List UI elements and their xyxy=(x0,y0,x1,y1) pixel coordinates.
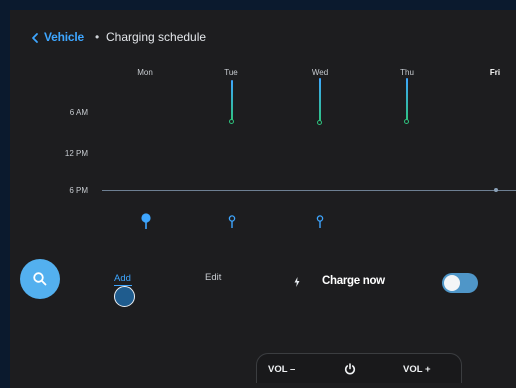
charge-now-toggle[interactable] xyxy=(442,273,478,293)
breadcrumb-separator: • xyxy=(95,30,100,44)
time-indicator-dot xyxy=(494,188,498,192)
power-icon[interactable] xyxy=(344,363,356,375)
charge-now-label: Charge now xyxy=(322,275,385,287)
add-tab-cursor xyxy=(114,286,135,307)
schedule-pin-tue[interactable] xyxy=(228,215,236,229)
toggle-knob xyxy=(444,275,460,291)
search-icon xyxy=(33,272,47,286)
time-indicator-line xyxy=(102,190,516,191)
volume-up-button[interactable]: VOL + xyxy=(403,364,431,375)
schedule-bar-handle-thu[interactable] xyxy=(404,119,409,124)
schedule-pin-wed[interactable] xyxy=(316,215,324,229)
time-label-12pm: 12 PM xyxy=(64,149,88,158)
time-label-6am: 6 AM xyxy=(69,108,88,117)
charging-schedule-screen: Vehicle • Charging schedule Mon Tue Wed … xyxy=(10,10,516,388)
schedule-bar-wed[interactable] xyxy=(319,78,321,122)
day-header-mon: Mon xyxy=(137,68,153,77)
add-tab[interactable]: Add xyxy=(114,273,131,284)
schedule-bar-handle-tue[interactable] xyxy=(229,119,234,124)
edit-tab[interactable]: Edit xyxy=(205,272,221,283)
bolt-icon xyxy=(294,277,300,287)
day-header-thu: Thu xyxy=(400,68,414,77)
volume-down-button[interactable]: VOL – xyxy=(268,364,295,375)
schedule-bar-handle-wed[interactable] xyxy=(317,120,322,125)
breadcrumb-vehicle-link[interactable]: Vehicle xyxy=(44,30,84,44)
time-label-6pm: 6 PM xyxy=(69,186,88,195)
day-header-tue: Tue xyxy=(224,68,238,77)
breadcrumb: Vehicle • Charging schedule xyxy=(10,30,310,46)
schedule-bar-thu[interactable] xyxy=(406,78,408,121)
search-button[interactable] xyxy=(20,259,60,299)
page-title: Charging schedule xyxy=(106,30,207,44)
day-header-fri: Fri xyxy=(489,68,501,77)
schedule-bar-tue[interactable] xyxy=(231,80,233,121)
schedule-pin-mon[interactable] xyxy=(140,213,152,230)
chevron-left-icon[interactable] xyxy=(30,30,40,46)
day-header-wed: Wed xyxy=(311,68,329,77)
